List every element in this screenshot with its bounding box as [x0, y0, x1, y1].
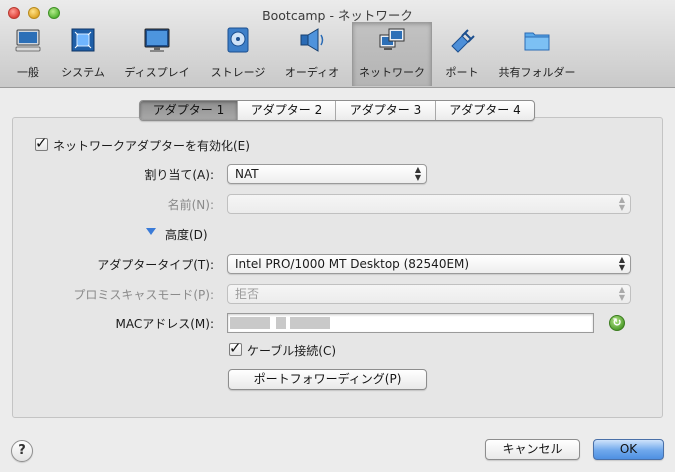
redacted-text — [230, 317, 270, 329]
toolbar-label: ディスプレイ — [124, 66, 190, 79]
port-plug-icon — [451, 29, 475, 53]
toolbar-label: オーディオ — [284, 66, 340, 79]
adapter-type-popup[interactable]: Intel PRO/1000 MT Desktop (82540EM) ▲ ▼ — [227, 254, 631, 274]
redacted-text — [276, 317, 286, 329]
name-label: 名前(N): — [167, 198, 214, 212]
redacted-text — [290, 317, 330, 329]
display-icon — [144, 28, 170, 52]
shared-folder-icon — [524, 32, 550, 51]
popup-arrows-icon: ▲ ▼ — [618, 255, 625, 272]
popup-arrows-icon: ▲ ▼ — [618, 195, 625, 212]
cable-connected-checkbox[interactable]: ✓ — [229, 339, 242, 357]
toolbar-label: ポート — [445, 66, 479, 79]
checkmark-icon: ✓ — [35, 134, 48, 152]
popup-arrows-icon: ▲ ▼ — [618, 285, 625, 302]
name-popup: ▲ ▼ — [227, 194, 631, 214]
enable-adapter-label[interactable]: ネットワークアダプターを有効化(E) — [53, 137, 250, 154]
tab-adapter-2[interactable]: アダプター 2 — [238, 101, 336, 120]
settings-window: Bootcamp - ネットワーク 一般 システム ディスプレイ ストレージ オ… — [0, 0, 675, 472]
promiscuous-mode-label: プロミスキャスモード(P): — [73, 288, 214, 302]
tab-adapter-3[interactable]: アダプター 3 — [336, 101, 436, 120]
toolbar-item-ports[interactable]: ポート — [440, 22, 484, 86]
tab-adapter-1[interactable]: アダプター 1 — [140, 101, 238, 120]
ok-button[interactable]: OK — [593, 439, 664, 460]
adapter-type-value: Intel PRO/1000 MT Desktop (82540EM) — [235, 257, 470, 271]
toolbar-item-shared-folders[interactable]: 共有フォルダー — [494, 22, 580, 86]
cancel-button[interactable]: キャンセル — [485, 439, 580, 460]
toolbar-item-system[interactable]: システム — [56, 22, 110, 86]
network-icon — [379, 28, 405, 50]
promiscuous-mode-popup: 拒否 ▲ ▼ — [227, 284, 631, 304]
cable-connected-label[interactable]: ケーブル接続(C) — [247, 342, 336, 359]
toolbar-label: 一般 — [17, 66, 39, 79]
adapter-type-label: アダプタータイプ(T): — [97, 258, 214, 272]
adapter-tabs: アダプター 1 アダプター 2 アダプター 3 アダプター 4 — [139, 100, 535, 121]
toolbar-label: システム — [61, 66, 105, 79]
disclosure-triangle-icon[interactable] — [146, 228, 156, 235]
popup-arrows-icon: ▲ ▼ — [414, 165, 421, 182]
toolbar-item-storage[interactable]: ストレージ — [206, 22, 270, 86]
monitor-general-icon — [15, 29, 41, 52]
checkmark-icon: ✓ — [229, 339, 242, 357]
attached-to-popup[interactable]: NAT ▲ ▼ — [227, 164, 427, 184]
attached-to-value: NAT — [235, 167, 259, 181]
mac-address-field[interactable] — [227, 313, 594, 333]
attached-to-label: 割り当て(A): — [144, 168, 214, 182]
refresh-mac-icon[interactable]: ↻ — [609, 315, 625, 331]
help-button[interactable]: ? — [11, 440, 33, 462]
toolbar-item-audio[interactable]: オーディオ — [280, 22, 344, 86]
toolbar-label: ストレージ — [210, 66, 266, 79]
toolbar-item-display[interactable]: ディスプレイ — [118, 22, 196, 86]
chip-system-icon — [71, 28, 95, 52]
mac-address-label: MACアドレス(M): — [115, 317, 215, 331]
disk-storage-icon — [227, 27, 249, 53]
settings-toolbar: 一般 システム ディスプレイ ストレージ オーディオ ネットワーク ポート 共有… — [0, 22, 675, 88]
advanced-label[interactable]: 高度(D) — [165, 226, 208, 243]
toolbar-item-general[interactable]: 一般 — [6, 22, 50, 86]
enable-adapter-checkbox[interactable]: ✓ — [35, 134, 48, 152]
promiscuous-mode-value: 拒否 — [235, 287, 260, 301]
port-forwarding-button[interactable]: ポートフォワーディング(P) — [228, 369, 427, 390]
toolbar-label: ネットワーク — [359, 66, 425, 79]
toolbar-label: 共有フォルダー — [498, 66, 576, 79]
title-toolbar: Bootcamp - ネットワーク 一般 システム ディスプレイ ストレージ オ… — [0, 0, 675, 88]
tab-adapter-4[interactable]: アダプター 4 — [436, 101, 534, 120]
speaker-audio-icon — [300, 28, 324, 52]
toolbar-item-network[interactable]: ネットワーク — [352, 22, 432, 86]
